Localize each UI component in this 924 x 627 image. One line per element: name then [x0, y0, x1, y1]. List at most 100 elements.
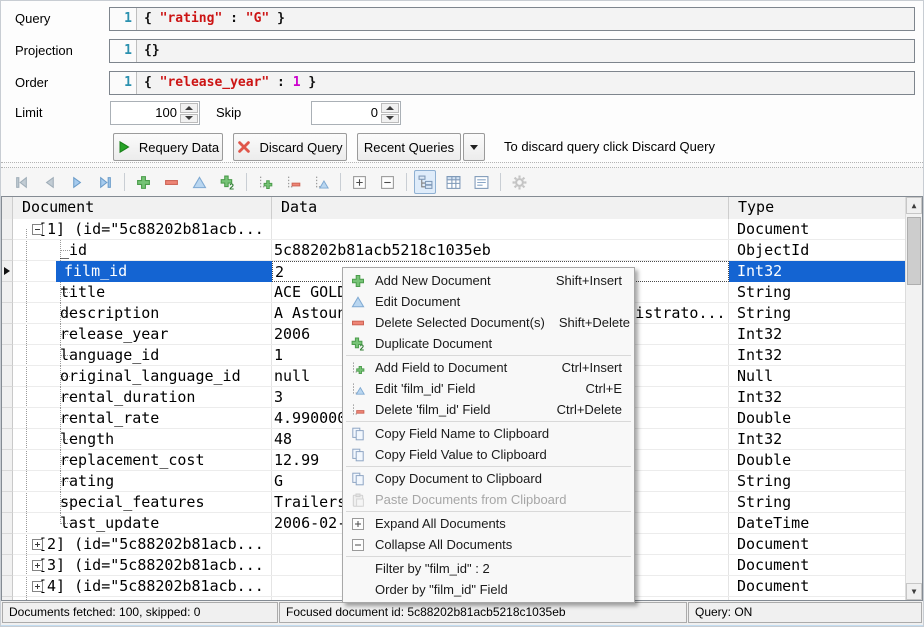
menu-item-edit-film-id-field[interactable]: Edit 'film_id' FieldCtrl+E — [343, 378, 634, 399]
grid-cell-type[interactable]: String — [729, 471, 905, 492]
grid-cell-type[interactable]: Int32 — [729, 261, 905, 282]
menu-item-add-field-to-document[interactable]: Add Field to DocumentCtrl+Insert — [343, 357, 634, 378]
discard-query-button[interactable]: Discard Query — [233, 133, 347, 161]
editor-code[interactable]: {} — [137, 40, 914, 62]
edit-document-button[interactable] — [188, 170, 210, 194]
grid-cell-document[interactable]: original_language_id — [13, 366, 272, 387]
grid-cell-document[interactable]: _id — [13, 240, 272, 261]
skip-down-button[interactable] — [381, 114, 399, 124]
grid-cell-document[interactable]: [2] (id="5c88202b81acb... — [13, 534, 272, 555]
delete-field-button[interactable] — [282, 170, 304, 194]
grid-cell-document[interactable]: rating — [13, 471, 272, 492]
grid-cell-type[interactable]: Int32 — [729, 387, 905, 408]
limit-value[interactable]: 100 — [113, 102, 177, 124]
menu-item-expand-all-documents[interactable]: Expand All Documents — [343, 513, 634, 534]
grid-cell-type[interactable]: Document — [729, 576, 905, 597]
expand-all-button[interactable] — [348, 170, 370, 194]
grid-cell-type[interactable]: String — [729, 282, 905, 303]
menu-item-delete-selected-document-s[interactable]: Delete Selected Document(s)Shift+Delete — [343, 312, 634, 333]
menu-item-delete-film-id-field[interactable]: Delete 'film_id' FieldCtrl+Delete — [343, 399, 634, 420]
delete-document-button[interactable] — [160, 170, 182, 194]
recent-queries-button[interactable]: Recent Queries — [357, 133, 461, 161]
projection-editor[interactable]: 1{} — [109, 39, 915, 63]
duplicate-document-button[interactable]: 2 — [216, 170, 238, 194]
collapse-all-button[interactable] — [376, 170, 398, 194]
menu-item-copy-field-name-to-clipboard[interactable]: Copy Field Name to Clipboard — [343, 423, 634, 444]
collapse-node-icon[interactable] — [32, 224, 43, 235]
nav-last-button[interactable] — [94, 170, 116, 194]
grid-cell-type[interactable]: String — [729, 303, 905, 324]
nav-next-button[interactable] — [66, 170, 88, 194]
text-view-button[interactable] — [470, 170, 492, 194]
grid-cell-type[interactable]: Document — [729, 555, 905, 576]
grid-cell-document[interactable]: release_year — [13, 324, 272, 345]
menu-item-filter-by-film-id-2[interactable]: Filter by "film_id" : 2 — [343, 558, 634, 579]
editor-code[interactable]: { "rating" : "G" } — [137, 8, 914, 30]
add-field-button[interactable] — [254, 170, 276, 194]
grid-cell-document[interactable]: [3] (id="5c88202b81acb... — [13, 555, 272, 576]
grid-cell-type[interactable]: Null — [729, 366, 905, 387]
menu-item-edit-document[interactable]: Edit Document — [343, 291, 634, 312]
menu-item-add-new-document[interactable]: Add New DocumentShift+Insert — [343, 270, 634, 291]
menu-item-duplicate-document[interactable]: 2Duplicate Document — [343, 333, 634, 354]
grid-cell-type[interactable]: DateTime — [729, 513, 905, 534]
menu-item-copy-field-value-to-clipboard[interactable]: Copy Field Value to Clipboard — [343, 444, 634, 465]
skip-stepper[interactable]: 0 — [311, 101, 401, 125]
grid-cell-type[interactable]: Document — [729, 534, 905, 555]
vertical-scrollbar[interactable]: ▲ ▼ — [905, 197, 922, 600]
menu-item-order-by-film-id-field[interactable]: Order by "film_id" Field — [343, 579, 634, 600]
edit-field-button[interactable] — [310, 170, 332, 194]
grid-cell-type[interactable]: Document — [729, 219, 905, 240]
skip-value[interactable]: 0 — [314, 102, 378, 124]
grid-cell-data[interactable]: 5c88202b81acb5218c1035eb — [272, 240, 729, 261]
grid-cell-document[interactable]: length — [13, 429, 272, 450]
grid-cell-type[interactable]: Document — [729, 597, 905, 600]
skip-up-button[interactable] — [381, 103, 399, 113]
requery-data-button[interactable]: Requery Data — [113, 133, 223, 161]
menu-item-copy-document-to-clipboard[interactable]: Copy Document to Clipboard — [343, 468, 634, 489]
grid-cell-type[interactable]: ObjectId — [729, 240, 905, 261]
grid-cell-type[interactable]: Int32 — [729, 429, 905, 450]
grid-cell-type[interactable]: Int32 — [729, 345, 905, 366]
grid-cell-document[interactable]: [5] (id="5c88202b81acb... — [13, 597, 272, 600]
grid-cell-document[interactable]: description — [13, 303, 272, 324]
recent-queries-dropdown-button[interactable] — [463, 133, 485, 161]
menu-item-collapse-all-documents[interactable]: Collapse All Documents — [343, 534, 634, 555]
column-header-document[interactable]: Document — [13, 197, 272, 219]
tree-view-button[interactable] — [414, 170, 436, 194]
order-editor[interactable]: 1{ "release_year" : 1 } — [109, 71, 915, 95]
query-editor[interactable]: 1{ "rating" : "G" } — [109, 7, 915, 31]
grid-cell-type[interactable]: Double — [729, 408, 905, 429]
column-header-data[interactable]: Data — [272, 197, 729, 219]
grid-cell-type[interactable]: Int32 — [729, 324, 905, 345]
limit-stepper[interactable]: 100 — [110, 101, 200, 125]
grid-row[interactable]: [1] (id="5c88202b81acb... Document — [2, 219, 905, 240]
expand-node-icon[interactable] — [32, 539, 43, 550]
expand-node-icon[interactable] — [32, 560, 43, 571]
grid-cell-document[interactable]: title — [13, 282, 272, 303]
grid-cell-document[interactable]: language_id — [13, 345, 272, 366]
grid-cell-type[interactable]: String — [729, 492, 905, 513]
grid-cell-document[interactable]: special_features — [13, 492, 272, 513]
limit-down-button[interactable] — [180, 114, 198, 124]
scroll-down-arrow[interactable]: ▼ — [906, 583, 922, 600]
grid-row[interactable]: _id5c88202b81acb5218c1035ebObjectId — [2, 240, 905, 261]
grid-cell-document[interactable]: [4] (id="5c88202b81acb... — [13, 576, 272, 597]
table-view-button[interactable] — [442, 170, 464, 194]
column-header-type[interactable]: Type — [729, 197, 907, 219]
limit-up-button[interactable] — [180, 103, 198, 113]
scroll-up-arrow[interactable]: ▲ — [906, 197, 922, 214]
add-document-button[interactable] — [132, 170, 154, 194]
editor-code[interactable]: { "release_year" : 1 } — [137, 72, 914, 94]
grid-cell-data[interactable] — [272, 219, 729, 240]
grid-cell-document[interactable]: [1] (id="5c88202b81acb... — [13, 219, 272, 240]
grid-cell-document[interactable]: film_id — [13, 261, 272, 282]
grid-cell-document[interactable]: rental_duration — [13, 387, 272, 408]
scroll-thumb[interactable] — [907, 217, 921, 285]
grid-cell-document[interactable]: rental_rate — [13, 408, 272, 429]
grid-cell-document[interactable]: last_update — [13, 513, 272, 534]
expand-node-icon[interactable] — [32, 581, 43, 592]
grid-cell-document[interactable]: replacement_cost — [13, 450, 272, 471]
grid-cell-type[interactable]: Double — [729, 450, 905, 471]
column-header-corner[interactable] — [2, 197, 13, 219]
